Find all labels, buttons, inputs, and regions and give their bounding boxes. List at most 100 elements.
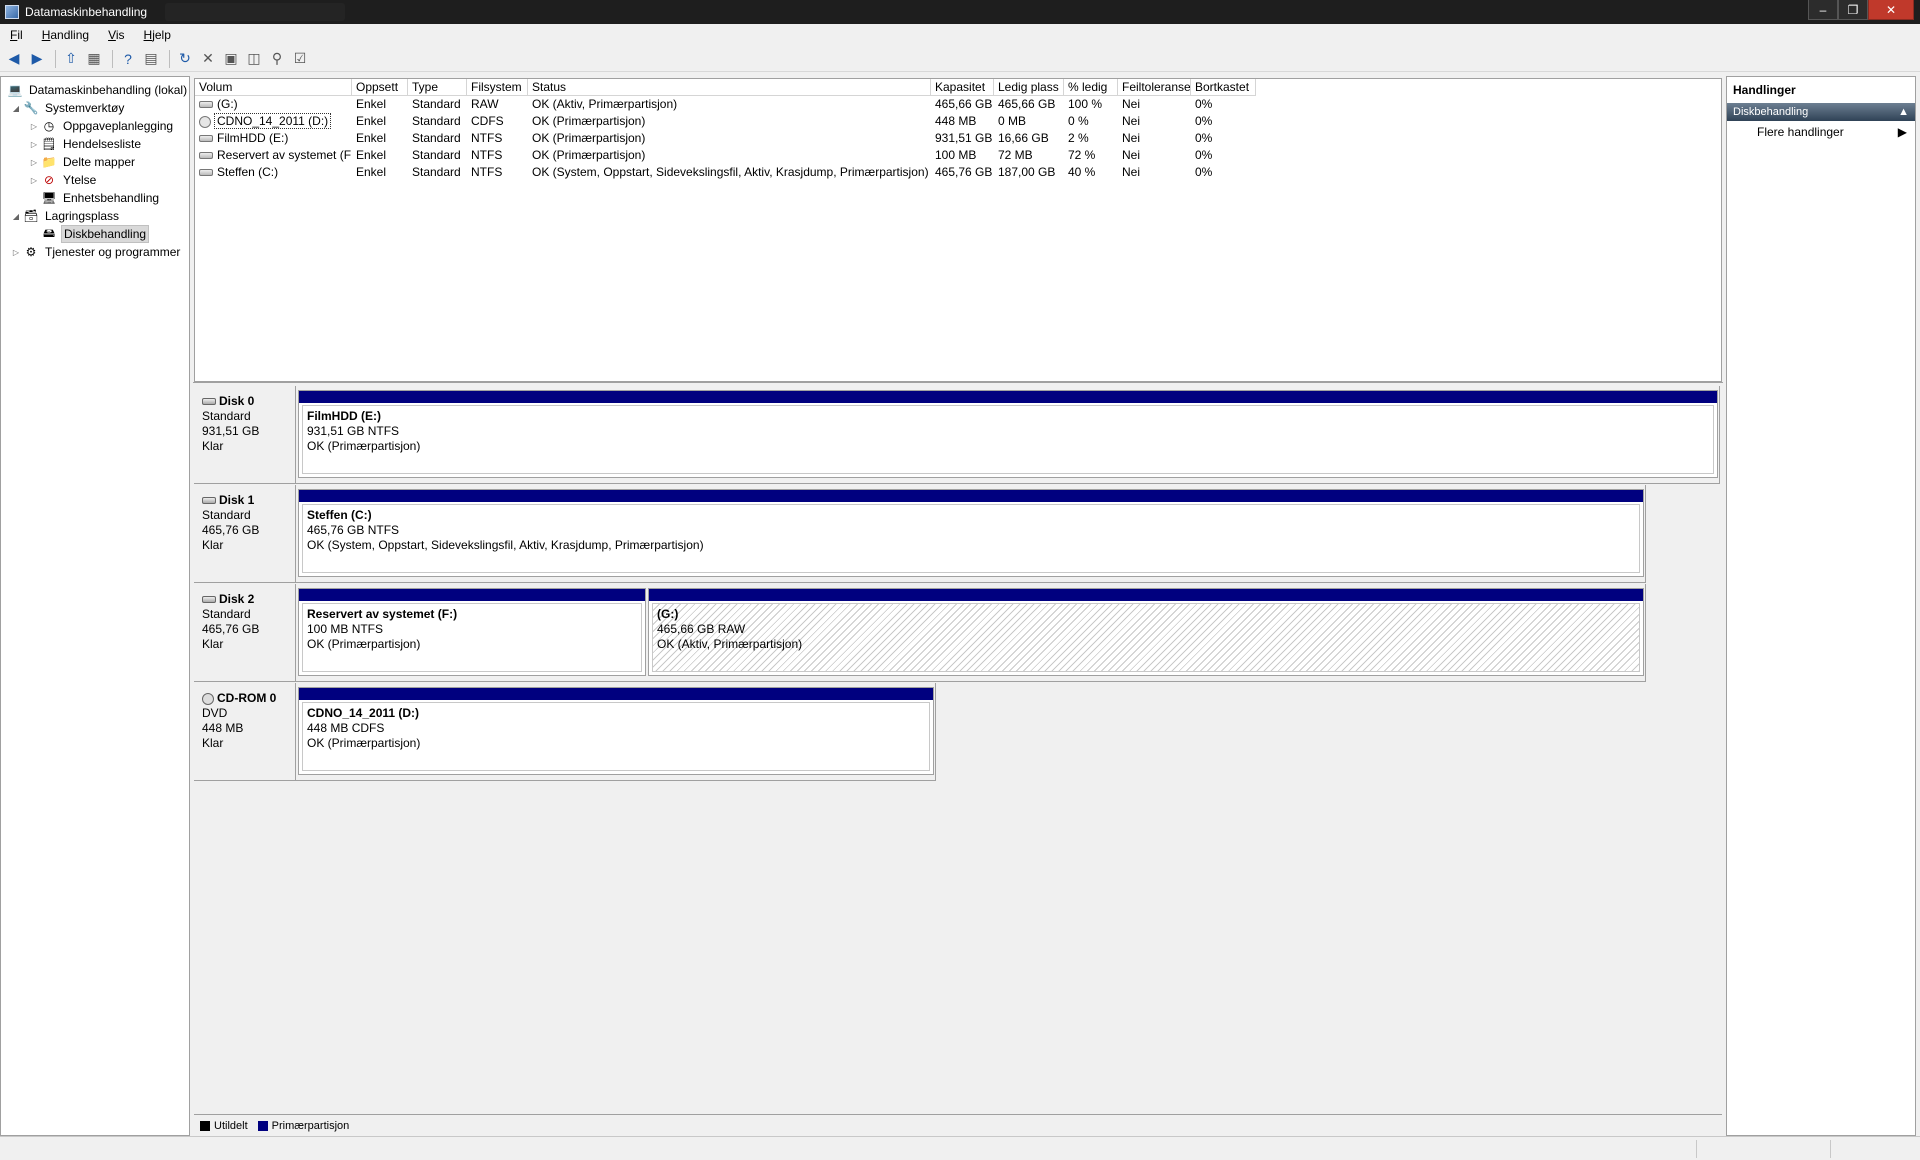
col-header-prosent-ledig[interactable]: % ledig [1064,79,1118,96]
partition-name: CDNO_14_2011 (D:) [307,706,420,720]
cell-volum-text: Steffen (C:) [217,165,279,179]
collapse-arrow-icon[interactable]: ◢ [11,212,21,221]
disk-size: 465,76 GB [202,622,260,636]
partition-steffen[interactable]: Steffen (C:) 465,76 GB NTFS OK (System, … [298,489,1644,577]
cell-ledig-plass: 16,66 GB [998,131,1049,145]
back-arrow-icon[interactable]: ◀ [4,49,24,69]
col-header-bortkastet[interactable]: Bortkastet [1191,79,1256,96]
menu-bar: Fil Handling Vis Hjelp [0,24,1920,46]
table-row[interactable]: FilmHDD (E:) Enkel Standard NTFS OK (Pri… [195,130,1723,147]
disk-name: Disk 0 [219,394,255,408]
open-icon[interactable]: ◫ [244,49,264,69]
expand-arrow-icon[interactable]: ▷ [29,158,39,167]
table-row[interactable]: CDNO_14_2011 (D:) Enkel Standard CDFS OK… [195,113,1723,130]
collapse-up-icon[interactable]: ▲ [1898,106,1909,118]
cell-type: Standard [412,165,461,179]
cell-volum-text: CDNO_14_2011 (D:) [214,113,332,129]
menu-handling-label: Handling [41,28,90,42]
col-header-oppsett[interactable]: Oppsett [352,79,408,96]
checklist-icon[interactable]: ☑ [290,49,310,69]
menu-hjelp-label: Hjelp [143,28,171,42]
expand-arrow-icon[interactable]: ▷ [29,176,39,185]
disk-size: 931,51 GB [202,424,260,438]
tree-item-diskbehandling[interactable]: 🖴 Diskbehandling [41,225,150,243]
toolbar-separator [112,49,113,68]
drive-icon [199,169,213,177]
close-button[interactable]: ✕ [1868,0,1914,20]
properties-icon[interactable]: ▣ [221,49,241,69]
menu-vis[interactable]: Vis [98,28,133,42]
minimize-button[interactable]: – [1808,0,1838,20]
tree-item-lagringsplass[interactable]: ◢ 🗃 Lagringsplass [11,207,121,225]
refresh-icon[interactable]: ↻ [175,49,195,69]
delete-icon[interactable]: ✕ [198,49,218,69]
console-tree: 💻 Datamaskinbehandling (lokal) ◢ 🔧 Syste… [0,76,190,1136]
tree-item-oppgaveplanlegging[interactable]: ▷ ◷ Oppgaveplanlegging [29,117,175,135]
help-icon[interactable]: ? [118,49,138,69]
cd-drive-icon [202,692,214,705]
tree-item-tjenester[interactable]: ▷ ⚙ Tjenester og programmer [11,243,182,261]
cdrom-0-strip: CDNO_14_2011 (D:) 448 MB CDFS OK (Primær… [296,683,936,781]
partition-g[interactable]: (G:) 465,66 GB RAW OK (Aktiv, Primærpart… [648,588,1644,676]
disk-0-label[interactable]: Disk 0 Standard 931,51 GB Klar [194,386,296,484]
col-header-type[interactable]: Type [408,79,467,96]
up-folder-icon[interactable]: ⇧ [61,49,81,69]
background-tab [165,3,346,21]
restore-button[interactable]: ❐ [1838,0,1868,20]
disk-2-strip: Reservert av systemet (F:) 100 MB NTFS O… [296,584,1646,682]
disk-2-label[interactable]: Disk 2 Standard 465,76 GB Klar [194,584,296,682]
partition-name: Steffen (C:) [307,508,372,522]
primary-partition-bar [649,589,1643,601]
tree-item-hendelsesliste[interactable]: ▷ 🗒 Hendelsesliste [29,135,143,153]
tree-item-label: Tjenester og programmer [45,245,181,259]
drive-icon [199,135,213,143]
tools-icon: 🔧 [23,101,39,115]
partition-name: FilmHDD (E:) [307,409,381,423]
cdrom-0-label[interactable]: CD-ROM 0 DVD 448 MB Klar [194,683,296,781]
col-header-ledig-plass[interactable]: Ledig plass [994,79,1064,96]
forward-arrow-icon[interactable]: ▶ [27,49,47,69]
tree-item-systemverktoy[interactable]: ◢ 🔧 Systemverktøy [11,99,126,117]
cell-filsystem: NTFS [471,131,503,145]
computer-management-icon [5,5,19,19]
table-row[interactable]: Steffen (C:) Enkel Standard NTFS OK (Sys… [195,164,1723,181]
tree-item-label: Lagringsplass [45,209,120,223]
cell-volum-text: FilmHDD (E:) [217,131,289,145]
legend-label: Utildelt [214,1119,248,1132]
expand-arrow-icon[interactable]: ▷ [29,122,39,131]
col-header-volum[interactable]: Volum [195,79,352,96]
col-header-feiltoleranse[interactable]: Feiltoleranse [1118,79,1191,96]
tree-item-delte-mapper[interactable]: ▷ 📁 Delte mapper [29,153,137,171]
disk-1-label[interactable]: Disk 1 Standard 465,76 GB Klar [194,485,296,583]
tree-item-enhetsbehandling[interactable]: 🖥 Enhetsbehandling [41,189,161,207]
partition-cdno[interactable]: CDNO_14_2011 (D:) 448 MB CDFS OK (Primær… [298,687,934,775]
search-icon[interactable]: ⚲ [267,49,287,69]
cell-prosent-ledig: 72 % [1068,148,1096,162]
cell-type: Standard [412,114,461,128]
expand-arrow-icon[interactable]: ▷ [29,140,39,149]
more-actions-item[interactable]: Flere handlinger ▶ [1727,121,1915,143]
col-header-filsystem[interactable]: Filsystem [467,79,528,96]
cell-prosent-ledig: 40 % [1068,165,1096,179]
show-hide-action-pane-icon[interactable]: ▤ [141,49,161,69]
expand-arrow-icon[interactable]: ▷ [11,248,21,257]
collapse-arrow-icon[interactable]: ◢ [11,104,21,113]
disk-state: Klar [202,538,224,552]
event-log-icon: 🗒 [41,137,57,151]
partition-reservert[interactable]: Reservert av systemet (F:) 100 MB NTFS O… [298,588,646,676]
menu-fil[interactable]: Fil [0,28,32,42]
actions-section-diskbehandling[interactable]: Diskbehandling ▲ [1727,103,1915,121]
partition-filmhdd[interactable]: FilmHDD (E:) 931,51 GB NTFS OK (Primærpa… [298,390,1718,478]
menu-handling[interactable]: Handling [32,28,98,42]
show-hide-tree-icon[interactable]: ▦ [84,49,104,69]
table-row[interactable]: Reservert av systemet (F:) Enkel Standar… [195,147,1723,164]
col-header-kapasitet[interactable]: Kapasitet [931,79,994,96]
tree-item-root[interactable]: 💻 Datamaskinbehandling (lokal) [7,81,189,99]
storage-icon: 🗃 [23,209,39,223]
table-row[interactable]: (G:) Enkel Standard RAW OK (Aktiv, Primæ… [195,96,1723,113]
col-header-status[interactable]: Status [528,79,931,96]
hard-disk-icon [202,497,216,504]
tree-item-ytelse[interactable]: ▷ ⊘ Ytelse [29,171,98,189]
menu-hjelp[interactable]: Hjelp [134,28,180,42]
cell-oppsett: Enkel [356,131,387,145]
